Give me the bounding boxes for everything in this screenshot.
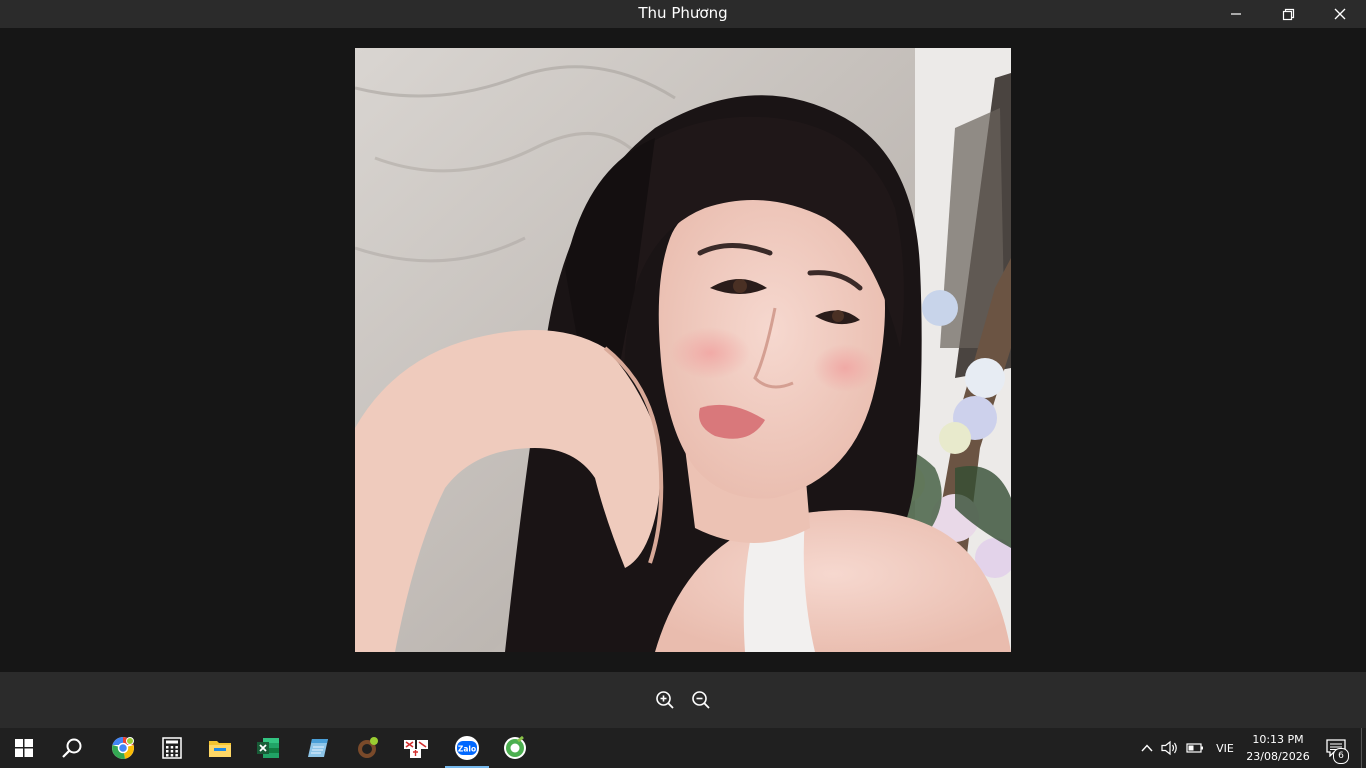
chrome-icon [112, 737, 134, 759]
photo-image [355, 48, 1011, 652]
taskbar-chrome[interactable] [99, 728, 147, 768]
svg-text:Zalo: Zalo [458, 745, 476, 754]
start-button[interactable] [0, 728, 48, 768]
close-button[interactable] [1315, 0, 1365, 28]
zoom-in-button[interactable] [653, 688, 677, 712]
show-desktop-button[interactable] [1361, 728, 1362, 768]
app-brown-icon [358, 737, 378, 758]
search-icon [62, 738, 82, 758]
zoom-in-icon [656, 691, 674, 709]
minimize-icon [1231, 13, 1241, 15]
taskbar-app-brown[interactable] [344, 728, 392, 768]
unikey-icon [404, 740, 428, 758]
taskbar-zalo[interactable]: Zalo [443, 728, 491, 768]
zalo-icon: Zalo [455, 736, 479, 760]
taskbar: Zalo VIE 10:13 PM 23/08/2026 6 [0, 728, 1366, 768]
image-viewer [0, 28, 1366, 672]
taskbar-file-explorer[interactable] [196, 728, 244, 768]
folder-icon [209, 741, 231, 757]
zoom-out-icon [692, 691, 710, 709]
taskbar-notepad[interactable] [294, 728, 342, 768]
window-title: Thu Phương [638, 4, 728, 22]
volume-icon [1161, 740, 1177, 756]
zoom-out-button[interactable] [689, 688, 713, 712]
language-indicator: VIE [1216, 741, 1234, 755]
excel-icon [257, 738, 279, 758]
tray-battery-button[interactable] [1183, 728, 1207, 768]
taskbar-search-button[interactable] [48, 728, 96, 768]
windows-icon [15, 739, 33, 757]
notepad-icon [308, 739, 328, 757]
taskbar-excel[interactable] [244, 728, 292, 768]
clock-time: 10:13 PM [1252, 733, 1304, 746]
notification-count-badge: 6 [1333, 748, 1349, 764]
chevron-up-icon [1141, 744, 1153, 752]
minimize-button[interactable] [1211, 0, 1261, 28]
restore-button[interactable] [1263, 0, 1313, 28]
taskbar-clock[interactable]: 10:13 PM 23/08/2026 [1240, 731, 1316, 765]
app-green-icon [504, 735, 526, 759]
profile-photo[interactable] [355, 48, 1011, 652]
restore-icon [1282, 8, 1294, 20]
taskbar-unikey[interactable] [392, 728, 440, 768]
battery-icon [1186, 743, 1203, 753]
title-bar: Thu Phương [0, 0, 1366, 28]
clock-date: 23/08/2026 [1246, 750, 1310, 763]
calculator-icon [162, 737, 182, 759]
taskbar-app-green[interactable] [491, 728, 539, 768]
tray-volume-button[interactable] [1158, 728, 1182, 768]
tray-language-button[interactable]: VIE [1209, 728, 1241, 768]
tray-show-hidden-button[interactable] [1136, 728, 1158, 768]
close-icon [1334, 8, 1346, 20]
taskbar-calculator[interactable] [148, 728, 196, 768]
zoom-toolbar [0, 672, 1366, 728]
